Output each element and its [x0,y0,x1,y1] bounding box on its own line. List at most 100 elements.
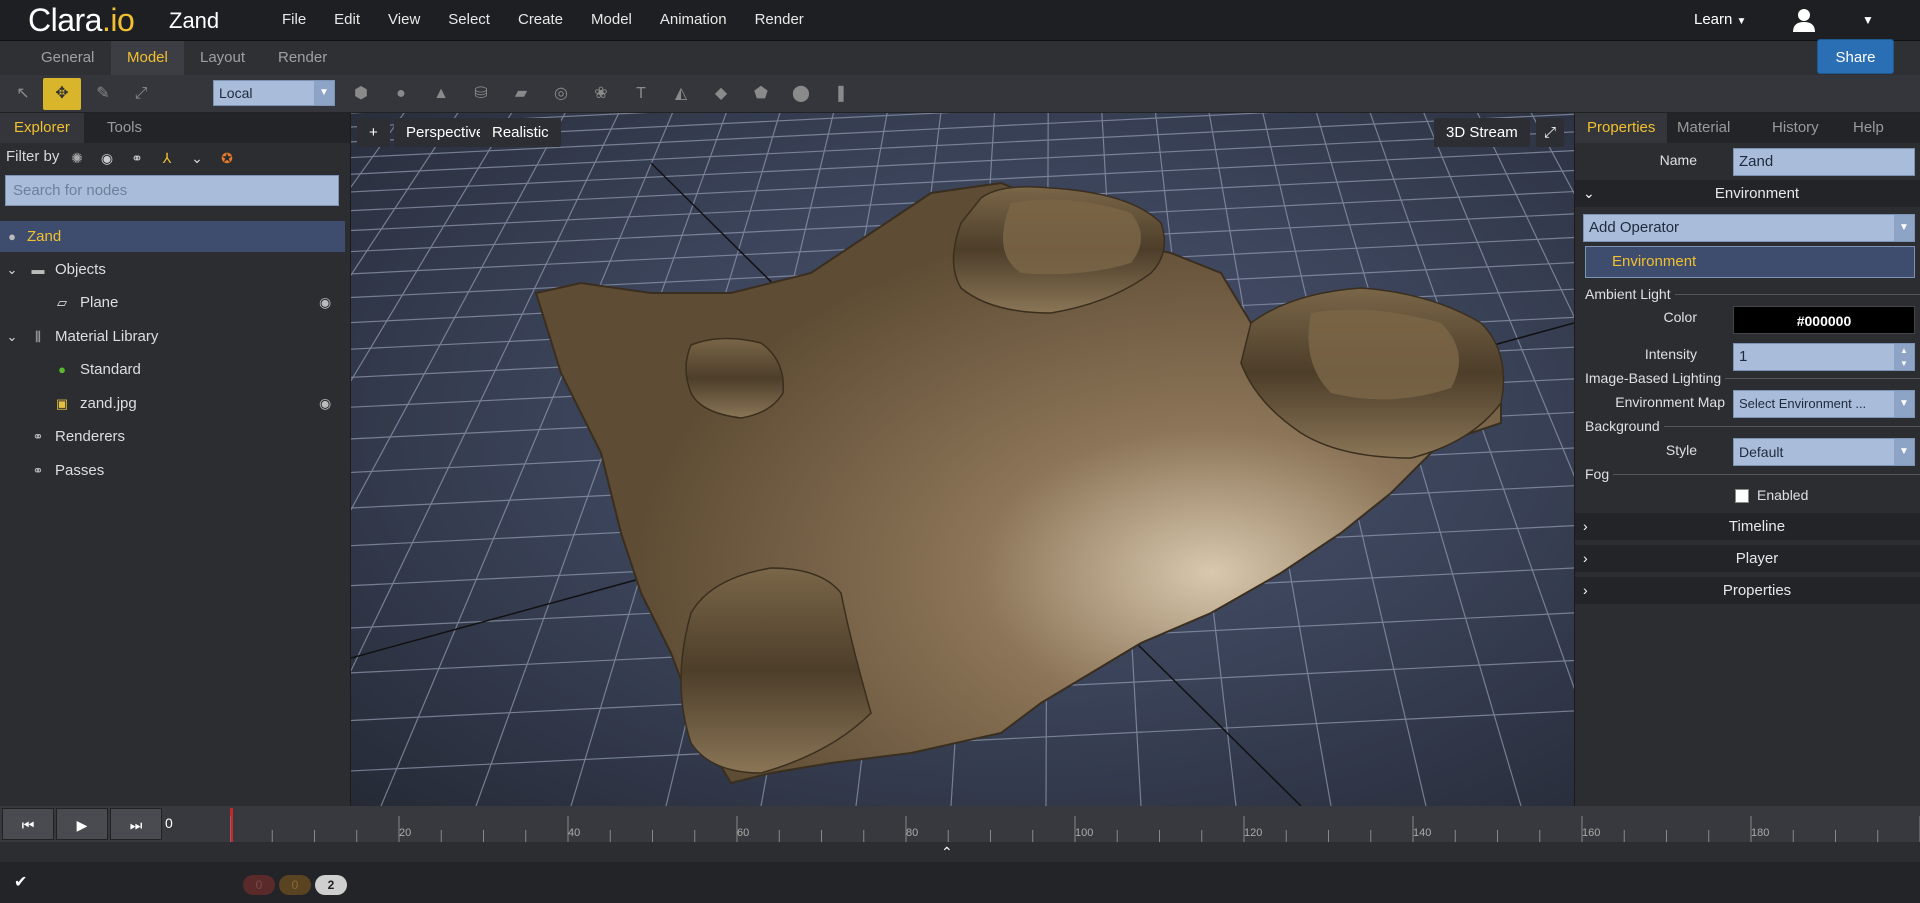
skip-back-icon[interactable]: ⏮ [2,808,54,840]
ambient-color-swatch[interactable]: #000000 [1733,306,1915,334]
tick-label: 140 [1413,827,1432,839]
polyhedron-icon[interactable]: ⬟ [746,78,776,110]
tick-label: 120 [1244,827,1263,839]
shading-select-button[interactable]: Realistic [480,118,561,147]
material-icon: ● [58,362,66,377]
3d-viewport[interactable]: + Perspective Realistic 3D Stream ⤢ [351,113,1574,806]
chevron-down-icon: ▼ [1894,439,1914,465]
tab-help[interactable]: Help [1841,113,1896,143]
chevron-down-icon[interactable]: ⌄ [4,321,20,352]
select-arrow-icon[interactable]: ↖ [8,78,38,110]
tree-item-zand[interactable]: ● Zand [0,221,345,252]
user-menu-chevron-icon[interactable]: ▼ [1862,13,1874,27]
tree-item-zand-jpg[interactable]: ▣ zand.jpg ◉ [0,388,345,419]
app-logo[interactable]: Clara.io [28,2,135,39]
search-nodes-input[interactable]: Search for nodes [5,175,339,206]
text-icon[interactable]: T [626,78,656,110]
timeline-section-header[interactable]: › Timeline [1575,513,1920,540]
tab-tools[interactable]: Tools [93,113,156,143]
name-field[interactable]: Zand [1733,148,1915,176]
visibility-eye-icon[interactable]: ◉ [319,287,331,318]
player-section-header[interactable]: › Player [1575,545,1920,572]
sphere-icon[interactable]: ● [386,78,416,110]
sand-mound-top [1003,199,1141,275]
properties-section-header[interactable]: › Properties [1575,577,1920,604]
play-icon[interactable]: ▶ [56,808,108,840]
tick-label: 20 [399,827,412,839]
tree-item-passes[interactable]: ⚭ Passes [0,455,345,486]
filter-material-icon[interactable]: ✪ [217,148,237,168]
environment-operator-item[interactable]: Environment [1585,246,1915,278]
3d-stream-button[interactable]: 3D Stream [1434,118,1530,147]
menu-render[interactable]: Render [741,0,818,41]
menu-select[interactable]: Select [434,0,504,41]
error-count-badge[interactable]: 0 [243,875,275,895]
filter-camera-icon[interactable]: ◉ [97,148,117,168]
filter-light-icon[interactable]: ✺ [67,148,87,168]
tree-item-material-library[interactable]: ⌄ ⫼ Material Library [0,321,345,352]
filter-bone-icon[interactable]: ⌄ [187,148,207,168]
tick-label: 100 [1075,827,1094,839]
fog-enabled-checkbox[interactable] [1735,489,1749,503]
move-tool-icon[interactable]: ✥ [43,78,81,110]
filter-axis-icon[interactable]: ⅄ [157,148,177,168]
coordinate-space-select[interactable]: Local ▼ [213,80,335,106]
chevron-right-icon: › [1583,518,1588,534]
tab-model[interactable]: Model [111,41,184,75]
scale-tool-icon[interactable]: ⤢ [126,78,156,110]
menu-model[interactable]: Model [577,0,646,41]
tab-layout[interactable]: Layout [184,41,261,75]
chevron-down-icon: ▼ [314,81,334,105]
tab-properties[interactable]: Properties [1575,113,1668,143]
add-view-button[interactable]: + [357,118,390,147]
cylinder-icon[interactable]: ⛁ [466,78,496,110]
learn-menu[interactable]: Learn ▼ [1694,0,1746,41]
tab-material[interactable]: Material [1665,113,1742,143]
chevron-down-icon[interactable]: ⌄ [4,254,20,285]
expand-timeline-icon[interactable]: ⌃ [941,844,953,861]
pyramid-icon[interactable]: ◭ [666,78,696,110]
tree-item-renderers[interactable]: ⚭ Renderers [0,421,345,452]
capsule-icon[interactable]: ❚ [826,78,856,110]
image-based-lighting-group: Image-Based Lighting [1585,370,1920,386]
knot-icon[interactable]: ❀ [586,78,616,110]
tree-item-objects[interactable]: ⌄ ▬ Objects [0,254,345,285]
warning-count-badge[interactable]: 0 [279,875,311,895]
tree-item-standard[interactable]: ● Standard [0,354,345,385]
stepper-arrows-icon[interactable]: ▲ ▼ [1894,344,1914,370]
circle-icon[interactable]: ⬤ [786,78,816,110]
cube-icon[interactable]: ⬢ [346,78,376,110]
tree-item-plane[interactable]: ▱ Plane ◉ [0,287,345,318]
info-count-badge[interactable]: 2 [315,875,347,895]
viewport-canvas[interactable] [351,113,1574,806]
filter-group-icon[interactable]: ⚭ [127,148,147,168]
tab-explorer[interactable]: Explorer [0,113,84,143]
tab-general[interactable]: General [25,41,110,75]
environment-section-header[interactable]: ⌄ Environment [1575,180,1920,207]
cone-icon[interactable]: ▲ [426,78,456,110]
plane-icon[interactable]: ▰ [506,78,536,110]
intensity-stepper[interactable]: 1 ▲ ▼ [1733,343,1915,371]
user-icon[interactable] [1790,6,1818,34]
add-operator-select[interactable]: Add Operator ▼ [1583,214,1915,242]
visibility-eye-icon[interactable]: ◉ [319,388,331,419]
menu-edit[interactable]: Edit [320,0,374,41]
environment-map-select[interactable]: Select Environment ... ▼ [1733,390,1915,418]
torus-icon[interactable]: ◎ [546,78,576,110]
menu-view[interactable]: View [374,0,434,41]
background-style-select[interactable]: Default ▼ [1733,438,1915,466]
box-icon[interactable]: ◆ [706,78,736,110]
chevron-right-icon: › [1583,550,1588,566]
maximize-icon[interactable]: ⤢ [1536,118,1565,147]
menu-animation[interactable]: Animation [646,0,741,41]
skip-forward-icon[interactable]: ⏭ [110,808,162,840]
share-button[interactable]: Share [1817,39,1894,74]
color-label: Color [1663,309,1697,325]
folder-icon: ▬ [31,262,45,277]
menu-file[interactable]: File [268,0,320,41]
menu-create[interactable]: Create [504,0,577,41]
edit-tool-icon[interactable]: ✎ [88,78,118,110]
background-group: Background [1585,418,1920,434]
tab-render[interactable]: Render [262,41,343,75]
tab-history[interactable]: History [1760,113,1831,143]
